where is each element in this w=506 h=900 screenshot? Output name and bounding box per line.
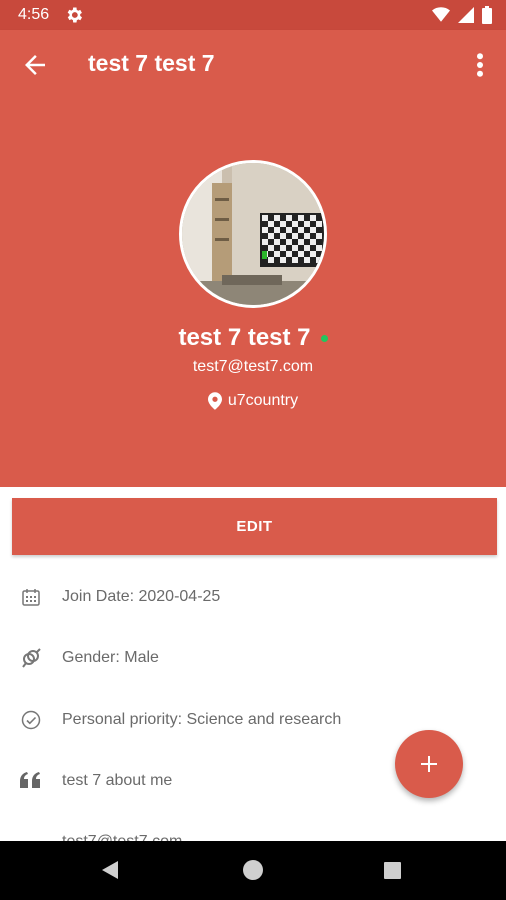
nav-back-icon[interactable]: [100, 860, 120, 885]
settings-icon: [64, 5, 84, 25]
nav-recents-icon[interactable]: [384, 862, 401, 879]
gender-icon: [20, 647, 42, 669]
info-row-gender: Gender: Male: [0, 638, 506, 678]
avatar[interactable]: [179, 160, 327, 308]
profile-name: test 7 test 7: [178, 324, 311, 351]
edit-button[interactable]: EDIT: [12, 498, 497, 555]
page-title: test 7 test 7: [88, 50, 215, 76]
info-row-join-date: Join Date: 2020-04-25: [0, 577, 506, 617]
app-bar: test 7 test 7: [0, 30, 506, 100]
signal-icon: [458, 7, 474, 23]
profile-name-row: test 7 test 7: [0, 324, 506, 352]
back-arrow-icon[interactable]: [20, 50, 50, 80]
system-nav-bar: [0, 841, 506, 900]
location-pin-icon: [207, 392, 222, 410]
profile-location-row: u7country: [0, 392, 506, 410]
about-text: test 7 about me: [62, 772, 173, 789]
gender-text: Gender: Male: [62, 649, 159, 666]
online-status-icon: [320, 335, 328, 343]
status-time: 4:56: [18, 6, 50, 23]
status-icons: [432, 6, 492, 24]
add-fab-button[interactable]: [395, 730, 463, 798]
join-date-text: Join Date: 2020-04-25: [62, 588, 221, 605]
nav-home-icon[interactable]: [243, 860, 263, 880]
check-circle-icon: [20, 709, 42, 731]
status-bar: 4:56: [0, 0, 506, 30]
plus-icon: [421, 756, 437, 772]
calendar-icon: [20, 586, 42, 608]
battery-icon: [482, 6, 492, 24]
wifi-icon: [432, 7, 450, 22]
profile-location: u7country: [227, 392, 299, 409]
quote-icon: [20, 770, 42, 792]
more-vert-icon[interactable]: [470, 50, 490, 80]
priority-text: Personal priority: Science and research: [62, 711, 342, 728]
profile-header: test 7 test 7 test7@test7.com u7country: [0, 100, 506, 487]
profile-email: test7@test7.com: [192, 358, 314, 375]
